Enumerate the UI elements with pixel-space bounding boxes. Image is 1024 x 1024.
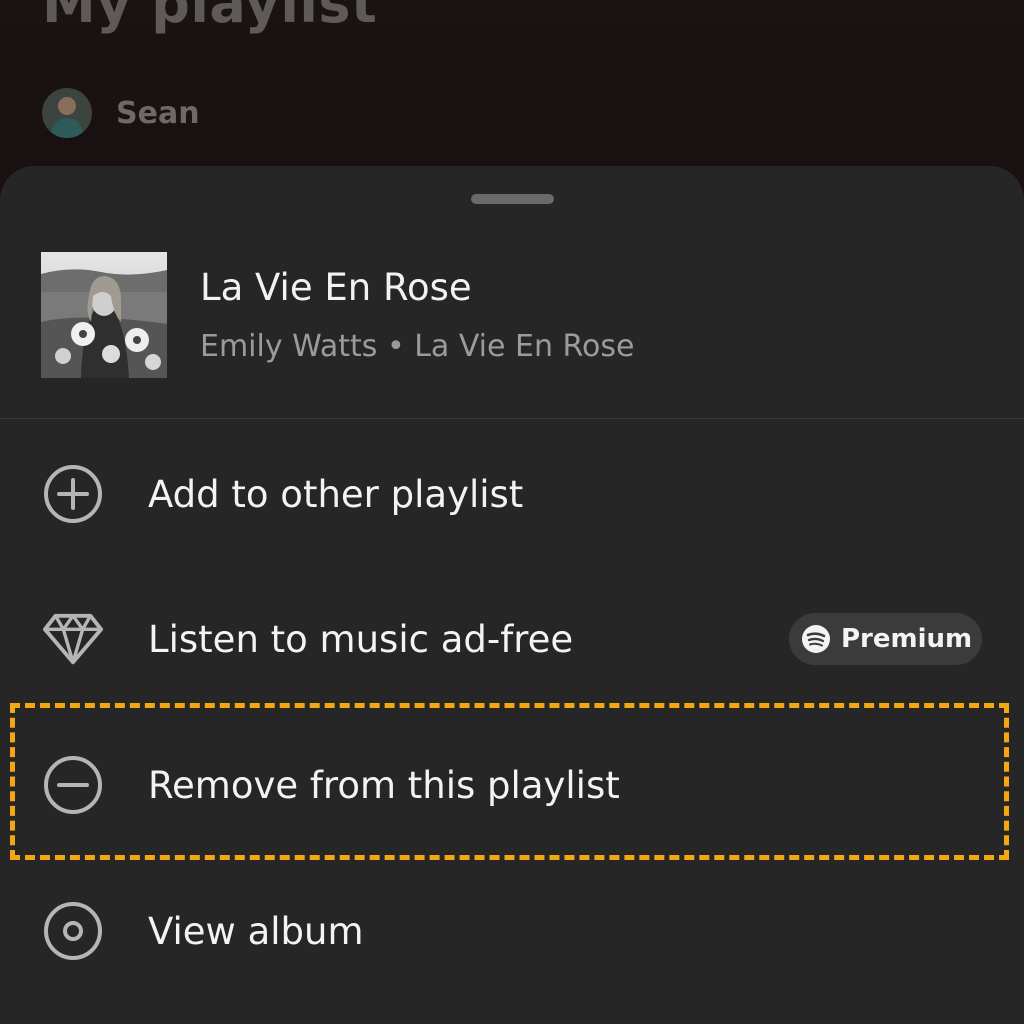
menu-item-label: Remove from this playlist bbox=[148, 763, 620, 807]
playlist-title: My playlist bbox=[42, 0, 378, 35]
menu-item-label: View album bbox=[148, 909, 364, 953]
owner-avatar bbox=[42, 88, 92, 138]
menu-item-label: Listen to music ad-free bbox=[148, 617, 574, 661]
track-artwork bbox=[41, 252, 167, 378]
menu-item-view-album[interactable]: View album bbox=[0, 866, 1024, 996]
track-options-sheet: La Vie En Rose Emily Watts • La Vie En R… bbox=[0, 166, 1024, 1024]
menu-item-remove-from-playlist[interactable]: Remove from this playlist bbox=[0, 720, 1024, 850]
divider bbox=[0, 418, 1024, 419]
track-title: La Vie En Rose bbox=[200, 266, 472, 309]
track-subtitle: Emily Watts • La Vie En Rose bbox=[200, 329, 635, 364]
plus-circle-icon bbox=[42, 463, 104, 525]
owner-name: Sean bbox=[116, 95, 200, 131]
minus-circle-icon bbox=[42, 754, 104, 816]
spotify-icon bbox=[802, 625, 830, 653]
sheet-drag-handle[interactable] bbox=[471, 194, 554, 204]
premium-badge[interactable]: Premium bbox=[789, 613, 982, 665]
menu-item-label: Add to other playlist bbox=[148, 472, 524, 516]
screen: My playlist Sean La Vie En Rose Emily Wa… bbox=[0, 0, 1024, 1024]
album-icon bbox=[42, 900, 104, 962]
menu-item-add-to-playlist[interactable]: Add to other playlist bbox=[0, 429, 1024, 559]
diamond-icon bbox=[42, 608, 104, 670]
premium-label: Premium bbox=[841, 624, 973, 654]
menu-item-ad-free[interactable]: Listen to music ad-free Premium bbox=[0, 574, 1024, 704]
playlist-owner[interactable]: Sean bbox=[42, 88, 200, 138]
